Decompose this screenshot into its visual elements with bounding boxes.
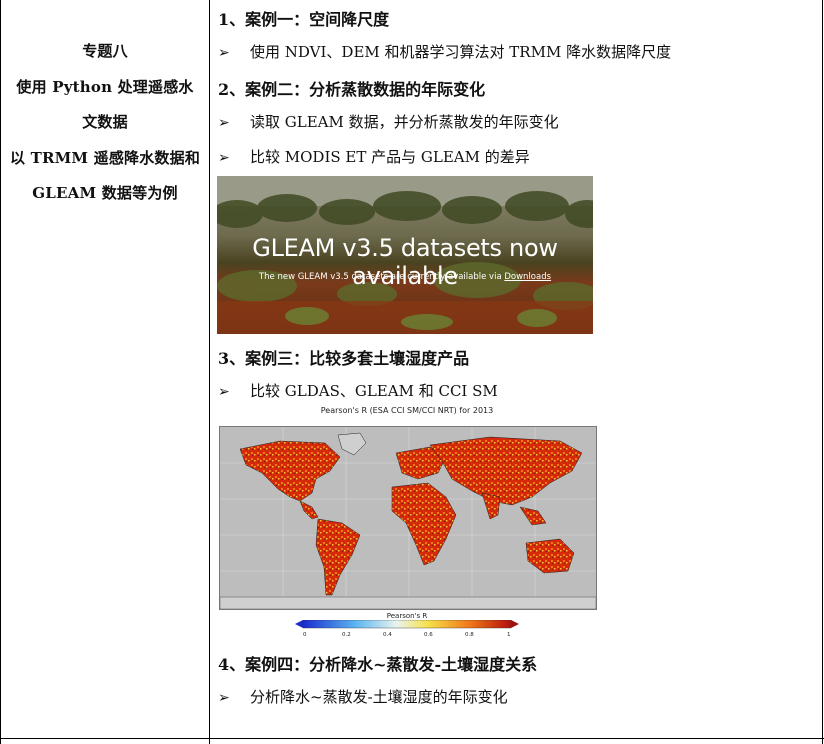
case4-bullet-text: 分析降水~蒸散发-土壤湿度的年际变化 (250, 688, 508, 706)
downloads-link[interactable]: Downloads (504, 272, 551, 282)
colorbar-tick: 0.2 (342, 632, 351, 638)
case1-heading: 1、案例一：空间降尺度 (218, 10, 390, 29)
colorbar-tick: 0.8 (465, 632, 474, 638)
case3-bullet: ➢ 比较 GLDAS、GLEAM 和 CCI SM (218, 380, 498, 401)
case1-bullet-text: 使用 NDVI、DEM 和机器学习算法对 TRMM 降水数据降尺度 (250, 43, 672, 61)
arrow-bullet-icon: ➢ (218, 45, 230, 61)
table-border-bottom (0, 738, 824, 739)
banner-subtitle: The new GLEAM v3.5 datasets are currentl… (217, 272, 593, 282)
topic-title-line-1: 使用 Python 处理遥感水 (16, 78, 194, 96)
colorbar-tick: 0.6 (424, 632, 433, 638)
topic-number: 专题八 (82, 42, 128, 60)
banner-subtitle-text: The new GLEAM v3.5 datasets are currentl… (258, 272, 505, 282)
world-map-graphic (220, 427, 596, 609)
topic-subtitle-line-1: 以 TRMM 遥感降水数据和 (9, 149, 201, 167)
case4-heading: 4、案例四：分析降水~蒸散发-土壤湿度关系 (218, 655, 538, 674)
colorbar-label: Pearson's R (386, 612, 428, 620)
colorbar (295, 620, 519, 629)
case3-heading: 3、案例三：比较多套土壤湿度产品 (218, 349, 470, 368)
pearson-r-map-figure: Pearson's R (ESA CCI SM/CCI NRT) for 201… (217, 406, 597, 638)
case1-bullet: ➢ 使用 NDVI、DEM 和机器学习算法对 TRMM 降水数据降尺度 (218, 41, 671, 62)
colorbar-tick: 0 (303, 632, 307, 638)
arrow-bullet-icon: ➢ (218, 150, 230, 166)
arrow-bullet-icon: ➢ (218, 115, 230, 131)
case2-bullet-1: ➢ 读取 GLEAM 数据，并分析蒸散发的年际变化 (218, 111, 559, 132)
colorbar-tick: 0.4 (383, 632, 392, 638)
case4-bullet: ➢ 分析降水~蒸散发-土壤湿度的年际变化 (218, 686, 508, 707)
gleam-banner-image: GLEAM v3.5 datasets now available The ne… (217, 176, 593, 334)
map-title: Pearson's R (ESA CCI SM/CCI NRT) for 201… (320, 406, 494, 415)
case2-heading: 2、案例二：分析蒸散数据的年际变化 (218, 80, 486, 99)
case2-bullet-2: ➢ 比较 MODIS ET 产品与 GLEAM 的差异 (218, 146, 530, 167)
topic-subtitle-line-2: GLEAM 数据等为例 (32, 184, 178, 202)
case2-bullet-1-text: 读取 GLEAM 数据，并分析蒸散发的年际变化 (250, 113, 559, 131)
case3-bullet-text: 比较 GLDAS、GLEAM 和 CCI SM (250, 382, 498, 400)
table-border-right (822, 0, 823, 744)
colorbar-tick: 1 (507, 632, 511, 638)
arrow-bullet-icon: ➢ (218, 384, 230, 400)
colorbar-low-arrow (295, 620, 303, 628)
arrow-bullet-icon: ➢ (218, 690, 230, 706)
colorbar-high-arrow (511, 620, 519, 628)
case2-bullet-2-text: 比较 MODIS ET 产品与 GLEAM 的差异 (250, 148, 530, 166)
topic-title-line-2: 文数据 (82, 113, 128, 131)
world-map (219, 426, 597, 610)
document-table: 专题八 使用 Python 处理遥感水 文数据 以 TRMM 遥感降水数据和 G… (0, 0, 824, 744)
table-divider (209, 0, 210, 744)
